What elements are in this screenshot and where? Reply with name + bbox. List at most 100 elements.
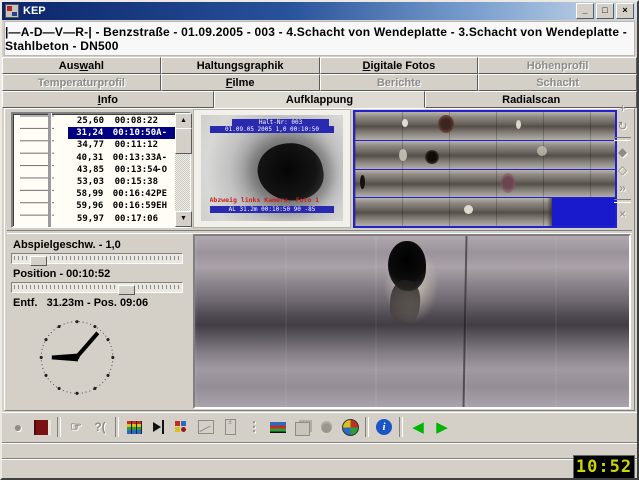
- delete-cross-icon[interactable]: ×: [613, 205, 632, 223]
- color-grid-icon: [127, 421, 142, 434]
- tag-icon[interactable]: ◆: [613, 143, 632, 161]
- position-slider-thumb[interactable]: [118, 285, 135, 295]
- color-bars-icon: [270, 422, 286, 433]
- event-rows: 25,6000:08:22 31,2400:10:50A--L 34,7700:…: [68, 115, 175, 225]
- plus-minus-button[interactable]: ±: [218, 416, 242, 438]
- hour-hand: [52, 354, 78, 362]
- speed-slider[interactable]: [11, 253, 183, 264]
- minimize-button[interactable]: _: [576, 3, 594, 19]
- damage-spot: [438, 115, 454, 133]
- report-book-button[interactable]: [30, 416, 54, 438]
- layers-icon: [295, 422, 310, 436]
- clock-position-dial: [17, 311, 137, 403]
- separator: [365, 417, 369, 437]
- tab-filme[interactable]: Filme: [161, 74, 320, 91]
- tab-row-2: Temperaturprofil Filme Berichte Schacht: [2, 74, 637, 91]
- list-item[interactable]: 58,9900:16:42PE: [68, 188, 175, 200]
- list-item[interactable]: 34,7700:11:12: [68, 139, 175, 151]
- dotted-column-button[interactable]: ⋮: [242, 416, 266, 438]
- title-bar: KEP _ □ ×: [2, 2, 637, 20]
- app-icon: [5, 4, 19, 18]
- tab-aufklappung[interactable]: Aufklappung: [214, 91, 426, 108]
- pipe-strip-1: [355, 112, 615, 141]
- list-item-selected[interactable]: 31,2400:10:50A--L: [68, 127, 175, 139]
- help-icon: ?(: [94, 420, 105, 434]
- speck: [537, 146, 547, 156]
- crosshair-plus-icon[interactable]: +: [613, 99, 632, 117]
- playback-controls: Abspielgeschw. - 1,0 Position - 00:10:52…: [11, 235, 191, 407]
- scroll-down-icon[interactable]: ▼: [175, 211, 192, 227]
- record-circle-button[interactable]: ●: [6, 416, 30, 438]
- photo-grid-button[interactable]: [170, 416, 194, 438]
- video-overlay-top-1: Halt-Nr: 003: [232, 119, 329, 126]
- pie-chart-button[interactable]: [338, 416, 362, 438]
- tab-haltungsgraphik[interactable]: Haltungsgraphik: [161, 57, 320, 74]
- hand-pointer-button[interactable]: ☞: [64, 416, 88, 438]
- damage-spot: [360, 175, 365, 189]
- speed-label: Abspielgeschw. - 1,0: [13, 239, 191, 251]
- hand-pointer-icon: ☞: [70, 419, 82, 435]
- position-label: Position - 00:10:52: [13, 268, 191, 280]
- status-bar-2: [2, 458, 637, 480]
- step-forward-button[interactable]: ▶: [430, 416, 454, 438]
- tag-double-arrow-icon[interactable]: »: [613, 179, 632, 197]
- speck: [402, 119, 408, 127]
- close-button[interactable]: ×: [616, 3, 634, 19]
- application-window: KEP _ □ × |—A-D—V—R-| - Benzstraße - 01.…: [0, 0, 639, 480]
- pipe-detail-image: [193, 234, 631, 409]
- separator: [57, 417, 61, 437]
- list-item[interactable]: 25,6000:08:22: [68, 115, 175, 127]
- scroll-up-icon[interactable]: ▲: [175, 113, 192, 129]
- video-overlay-bottom: AL 31.2m 00:10:50 90 -85: [210, 206, 335, 213]
- info-icon: i: [376, 419, 392, 435]
- no-data-patch: [552, 198, 615, 226]
- inspection-header: |—A-D—V—R-| - Benzstraße - 01.09.2005 - …: [4, 21, 635, 56]
- video-overlay-red-text: Abzweig links Kamera, Foto 1: [210, 196, 335, 204]
- digital-clock: 10:52: [573, 455, 635, 480]
- pan-tool-button[interactable]: [146, 416, 170, 438]
- list-item[interactable]: 59,9600:16:59EH: [68, 200, 175, 212]
- info-button[interactable]: i: [372, 416, 396, 438]
- maximize-button[interactable]: □: [596, 3, 614, 19]
- list-item[interactable]: 59,9700:17:06: [68, 213, 175, 225]
- aufklappung-page: 25,6000:08:22 31,2400:10:50A--L 34,7700:…: [4, 108, 635, 411]
- color-bars-button[interactable]: [266, 416, 290, 438]
- tab-radialscan[interactable]: Radialscan: [425, 91, 637, 108]
- book-icon: [34, 420, 51, 435]
- pipe-strip-2: [355, 141, 615, 170]
- separator: [115, 417, 119, 437]
- layers-button[interactable]: [290, 416, 314, 438]
- list-item[interactable]: 40,3100:13:33A--O: [68, 152, 175, 164]
- tab-digitale-fotos[interactable]: Digitale Fotos: [320, 57, 479, 74]
- list-item[interactable]: 43,8500:13:54: [68, 164, 175, 176]
- status-bar-1: [2, 442, 637, 459]
- speck: [516, 120, 521, 129]
- tab-schacht: Schacht: [478, 74, 637, 91]
- list-scrollbar[interactable]: ▲ ▼: [175, 113, 190, 227]
- tab-hoehenprofil: Höhenprofil: [478, 57, 637, 74]
- context-help-button[interactable]: ?(: [88, 416, 112, 438]
- video-frame: Halt-Nr: 003 01.09.05 2005 1,0 00:10:50 …: [193, 109, 351, 228]
- pipe-joint-line: [463, 236, 468, 407]
- pipe-video-image: Halt-Nr: 003 01.09.05 2005 1,0 00:10:50 …: [201, 115, 343, 221]
- rotate-view-icon[interactable]: ↻: [613, 117, 632, 135]
- tab-info[interactable]: Info: [2, 91, 214, 108]
- position-slider[interactable]: [11, 282, 183, 293]
- step-back-button[interactable]: ◀: [406, 416, 430, 438]
- photo-grid-icon: [175, 421, 189, 433]
- bell-button[interactable]: [314, 416, 338, 438]
- damage-spot: [425, 150, 439, 164]
- inspection-header-text: |—A-D—V—R-| - Benzstraße - 01.09.2005 - …: [5, 25, 634, 53]
- tag-arrow-icon[interactable]: ◇: [613, 161, 632, 179]
- list-item[interactable]: 53,0300:15:38: [68, 176, 175, 188]
- graph-button[interactable]: [194, 416, 218, 438]
- unfold-grid-button[interactable]: [122, 416, 146, 438]
- tab-row-1: Auswahl Haltungsgraphik Digitale Fotos H…: [2, 57, 637, 74]
- speed-slider-thumb[interactable]: [30, 256, 47, 266]
- separator: [614, 137, 631, 141]
- graph-icon: [198, 420, 214, 434]
- tab-temperaturprofil: Temperaturprofil: [2, 74, 161, 91]
- scrollbar-thumb[interactable]: [175, 128, 192, 154]
- tab-auswahl[interactable]: Auswahl: [2, 57, 161, 74]
- record-icon: ●: [14, 419, 22, 435]
